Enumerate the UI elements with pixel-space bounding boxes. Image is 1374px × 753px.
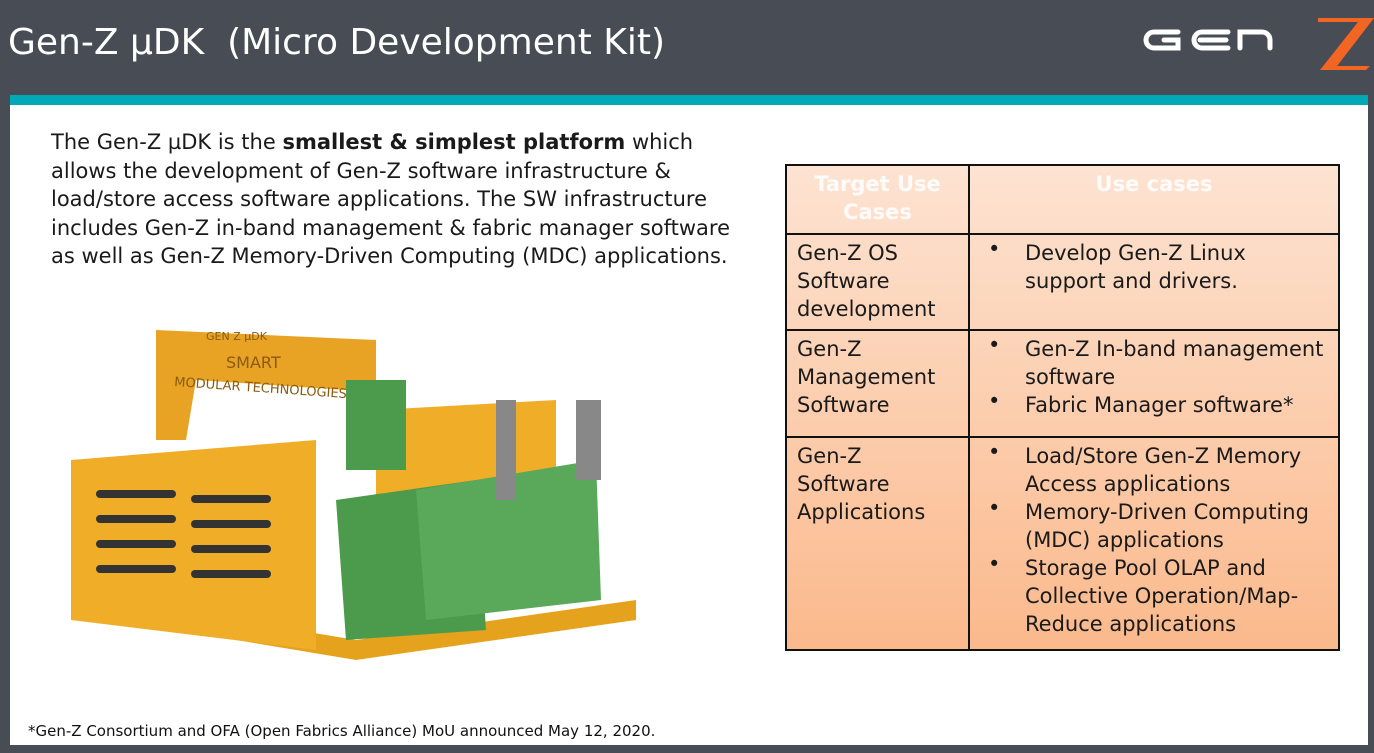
slide-header: Gen-Z µDK (Micro Development Kit) <box>0 0 1374 95</box>
photo-label-top: GEN Z µDK <box>206 330 268 343</box>
footnote: *Gen-Z Consortium and OFA (Open Fabrics … <box>28 722 656 740</box>
use-case-item: Load/Store Gen-Z Memory Access applicati… <box>980 438 1328 498</box>
photo-label: SMART <box>226 353 281 372</box>
target-cell: Gen-Z OS Software development <box>785 233 970 331</box>
use-case-item: Memory-Driven Computing (MDC) applicatio… <box>980 494 1328 554</box>
gen-z-logo <box>1143 18 1374 70</box>
table-row: Gen-Z OS Software development Develop Ge… <box>785 233 1340 331</box>
udk-product-photo: GEN Z µDK SMART MODULAR TECHNOLOGIES <box>56 300 660 700</box>
use-case-item: Develop Gen-Z Linux support and drivers. <box>980 235 1328 295</box>
table-row: Gen-Z Management Software Gen-Z In-band … <box>785 329 1340 438</box>
slide-title: Gen-Z µDK (Micro Development Kit) <box>8 22 666 63</box>
use-case-item: Gen-Z In-band management software <box>980 331 1328 391</box>
use-cases-table: Target Use Cases Use cases Gen-Z OS Soft… <box>785 164 1340 651</box>
table-row: Gen-Z Software Applications Load/Store G… <box>785 436 1340 651</box>
use-case-item: Fabric Manager software* <box>980 387 1328 419</box>
use-case-item: Storage Pool OLAP and Collective Operati… <box>980 550 1328 638</box>
accent-bar <box>10 95 1368 105</box>
column-header: Use cases <box>968 164 1340 235</box>
column-header: Target Use Cases <box>785 164 970 235</box>
target-cell: Gen-Z Software Applications <box>785 436 970 651</box>
intro-paragraph: The Gen-Z µDK is the smallest & simplest… <box>51 130 731 268</box>
target-cell: Gen-Z Management Software <box>785 329 970 438</box>
